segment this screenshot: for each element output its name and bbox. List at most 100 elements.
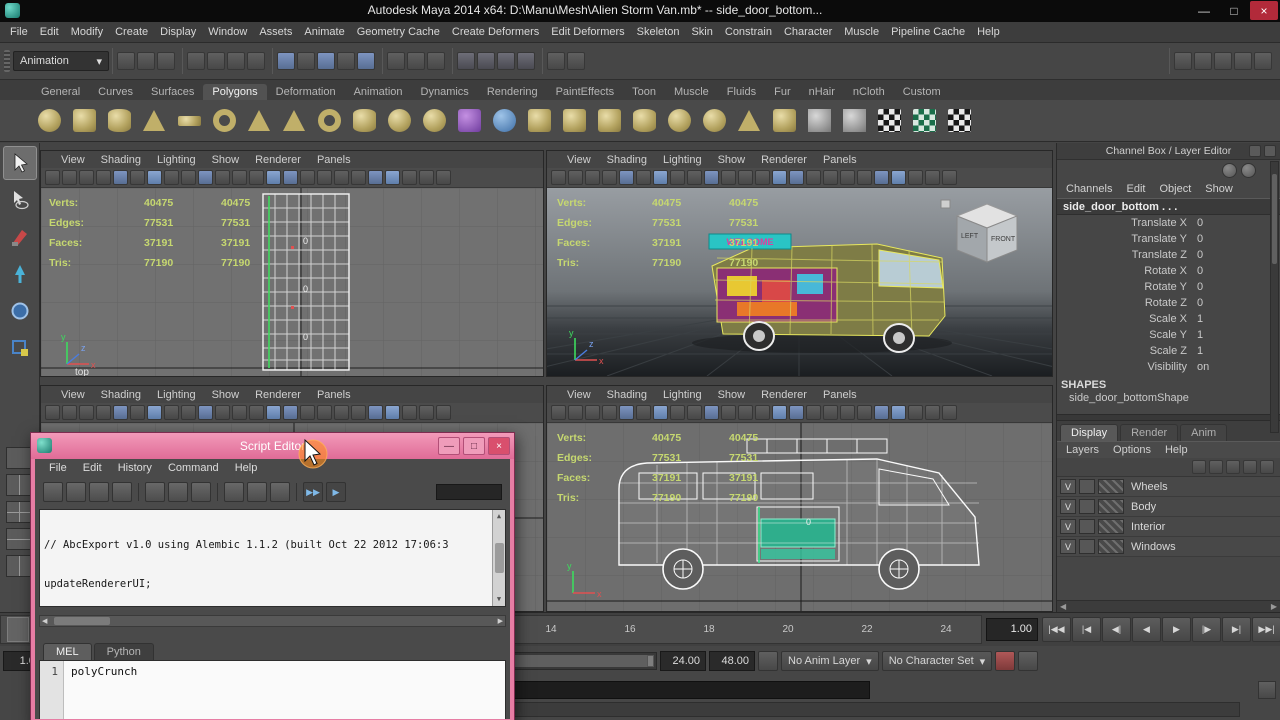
se-execute-button[interactable]: ▶ xyxy=(326,482,346,502)
toolbar-icon[interactable] xyxy=(402,170,417,185)
toolbar-icon[interactable] xyxy=(925,170,940,185)
menu-geometry-cache[interactable]: Geometry Cache xyxy=(351,26,446,38)
se-show-stack-icon[interactable] xyxy=(270,482,290,502)
toolbar-icon[interactable] xyxy=(497,52,515,70)
menu-create[interactable]: Create xyxy=(109,26,154,38)
toolbar-icon[interactable] xyxy=(147,405,162,420)
channel-value[interactable]: 0 xyxy=(1197,281,1203,293)
toolbar-icon[interactable] xyxy=(857,170,872,185)
panel-close-icon[interactable] xyxy=(1264,145,1276,157)
toolbar-icon[interactable] xyxy=(351,170,366,185)
toolbar-icon[interactable] xyxy=(249,405,264,420)
shelf-tab-general[interactable]: General xyxy=(32,84,89,100)
toolbar-icon[interactable] xyxy=(738,405,753,420)
vp-menu-renderer[interactable]: Renderer xyxy=(753,389,815,401)
toolbar-icon[interactable] xyxy=(687,170,702,185)
toolbar-icon[interactable] xyxy=(908,170,923,185)
menu-modify[interactable]: Modify xyxy=(65,26,109,38)
channel-value[interactable]: 0 xyxy=(1197,233,1203,245)
toolbar-icon[interactable] xyxy=(113,170,128,185)
vp-menu-lighting[interactable]: Lighting xyxy=(655,154,710,166)
toolbar-icon[interactable] xyxy=(891,170,906,185)
toolbar-icon[interactable] xyxy=(334,405,349,420)
history-horizontal-scrollbar[interactable]: ◀ ▶ xyxy=(39,615,506,627)
toolbar-icon[interactable] xyxy=(300,170,315,185)
toolbar-icon[interactable] xyxy=(925,405,940,420)
toolbar-icon[interactable] xyxy=(130,170,145,185)
layer-visibility-toggle[interactable]: V xyxy=(1060,499,1076,514)
poly-soccerball-icon[interactable] xyxy=(384,106,414,136)
viewport-top[interactable]: View Shading Lighting Show Renderer Pane… xyxy=(40,150,544,377)
vp-menu-view[interactable]: View xyxy=(559,154,599,166)
toolbar-icon[interactable] xyxy=(789,405,804,420)
toolbar-icon[interactable] xyxy=(602,170,617,185)
layer-type-box[interactable] xyxy=(1079,499,1095,514)
go-to-start-button[interactable]: |◀◀ xyxy=(1042,617,1071,642)
vp-menu-panels[interactable]: Panels xyxy=(815,154,865,166)
menu-animate[interactable]: Animate xyxy=(298,26,350,38)
poly-helix-icon[interactable] xyxy=(349,106,379,136)
toolbar-icon[interactable] xyxy=(891,405,906,420)
channel-value[interactable]: 1 xyxy=(1197,345,1203,357)
tab-anim[interactable]: Anim xyxy=(1180,424,1228,441)
title-bar[interactable]: Autodesk Maya 2014 x64: D:\Manu\Mesh\Ali… xyxy=(0,0,1280,22)
sculpt-tool-icon[interactable] xyxy=(489,106,519,136)
layer-row-windows[interactable]: V Windows xyxy=(1057,537,1280,557)
script-input-text[interactable]: polyCrunch xyxy=(64,661,137,719)
se-load-icon[interactable] xyxy=(66,482,86,502)
status-grip[interactable] xyxy=(4,50,10,72)
shelf-tab-painteffects[interactable]: PaintEffects xyxy=(547,84,624,100)
toolbar-icon[interactable] xyxy=(1209,460,1223,474)
toolbar-icon[interactable] xyxy=(789,170,804,185)
current-time-field[interactable]: 1.00 xyxy=(986,618,1038,641)
menu-create-deformers[interactable]: Create Deformers xyxy=(446,26,545,38)
history-vertical-scrollbar[interactable]: ▲ ▼ xyxy=(492,510,505,606)
close-button[interactable]: × xyxy=(1250,1,1278,20)
toolbar-icon[interactable] xyxy=(619,170,634,185)
rotate-tool[interactable] xyxy=(3,294,37,328)
toolbar-icon[interactable] xyxy=(232,170,247,185)
layer-name[interactable]: Wheels xyxy=(1127,481,1168,493)
cb-menu-object[interactable]: Object xyxy=(1152,183,1198,195)
toolbar-icon[interactable] xyxy=(368,405,383,420)
anim-layer-dropdown[interactable]: No Anim Layer ▾ xyxy=(781,651,879,671)
vp-menu-shading[interactable]: Shading xyxy=(93,389,149,401)
toolbar-icon[interactable] xyxy=(857,405,872,420)
toolbar-icon[interactable] xyxy=(227,52,245,70)
se-open-icon[interactable] xyxy=(43,482,63,502)
vp-menu-show[interactable]: Show xyxy=(710,389,754,401)
channel-box-scrollbar[interactable] xyxy=(1270,161,1279,433)
script-editor-toggle-icon[interactable] xyxy=(1258,681,1276,699)
auto-key-icon[interactable] xyxy=(758,651,778,671)
toolbar-icon[interactable] xyxy=(368,170,383,185)
toolbar-icon[interactable] xyxy=(96,405,111,420)
checker-map-icon[interactable] xyxy=(874,106,904,136)
toolbar-icon[interactable] xyxy=(840,405,855,420)
vp-menu-panels[interactable]: Panels xyxy=(309,154,359,166)
maximize-button[interactable]: □ xyxy=(1220,1,1248,20)
toolbar-icon[interactable] xyxy=(551,405,566,420)
toolbar-icon[interactable] xyxy=(198,170,213,185)
toolbar-icon[interactable] xyxy=(62,405,77,420)
quadrangulate-icon[interactable] xyxy=(769,106,799,136)
layer-color-swatch[interactable] xyxy=(1098,539,1124,554)
toolbar-icon[interactable] xyxy=(772,170,787,185)
script-editor-window[interactable]: Script Editor — □ × File Edit History Co… xyxy=(30,432,515,720)
menu-skeleton[interactable]: Skeleton xyxy=(631,26,686,38)
toolbar-icon[interactable] xyxy=(721,170,736,185)
toolbar-icon[interactable] xyxy=(806,405,821,420)
toolbar-icon[interactable] xyxy=(181,405,196,420)
combine-icon[interactable] xyxy=(559,106,589,136)
menu-help[interactable]: Help xyxy=(971,26,1006,38)
triangulate-icon[interactable] xyxy=(734,106,764,136)
toolbar-icon[interactable] xyxy=(755,170,770,185)
play-backwards-button[interactable]: ◀ xyxy=(1132,617,1161,642)
playback-end-field[interactable]: 24.00 xyxy=(660,651,706,671)
vp-menu-renderer[interactable]: Renderer xyxy=(247,389,309,401)
toolbar-icon[interactable] xyxy=(266,170,281,185)
toolbar-icon[interactable] xyxy=(585,405,600,420)
toolbar-icon[interactable] xyxy=(79,170,94,185)
tab-mel[interactable]: MEL xyxy=(43,643,92,660)
cb-menu-edit[interactable]: Edit xyxy=(1119,183,1152,195)
lasso-tool[interactable] xyxy=(3,183,37,217)
